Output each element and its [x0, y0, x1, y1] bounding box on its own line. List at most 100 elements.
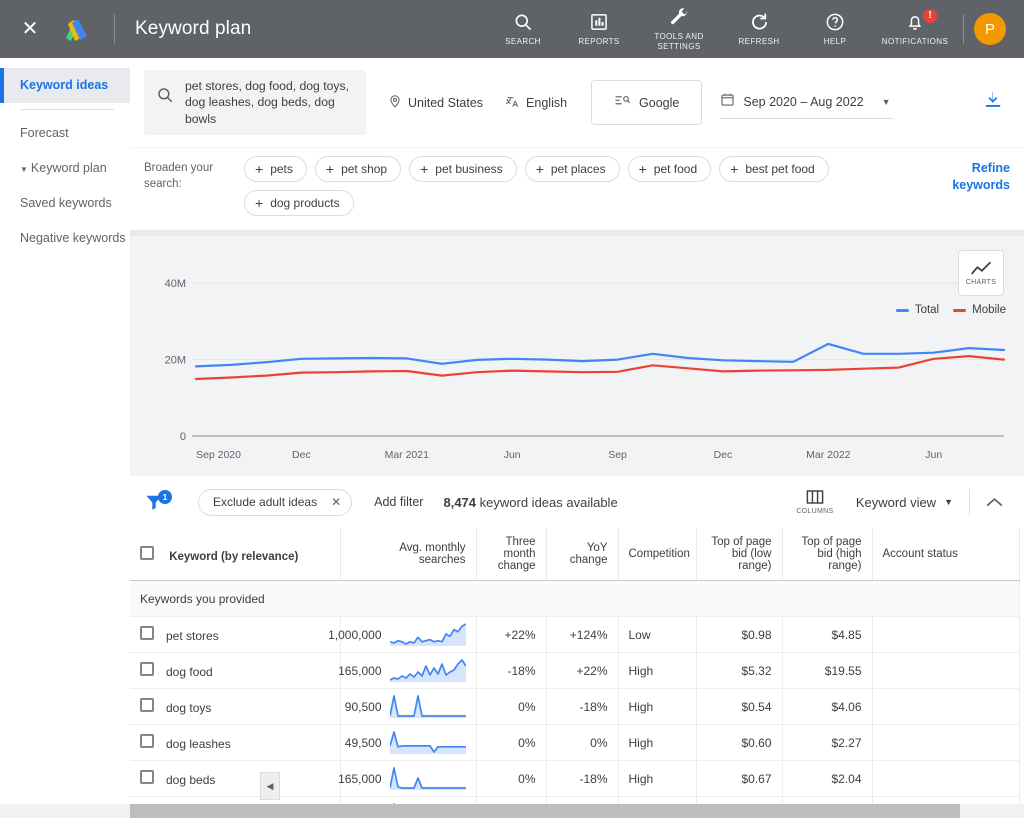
columns-button[interactable]: COLUMNS — [788, 489, 842, 515]
active-filter-chip[interactable]: Exclude adult ideas ✕ — [198, 488, 353, 516]
cell-bid-low: $0.67 — [696, 760, 783, 798]
download-button[interactable] — [982, 89, 1010, 116]
column-header-bid-high[interactable]: Top of page bid (high range) — [782, 528, 873, 582]
sidebar-item-keyword-plan[interactable]: ▼ Keyword plan — [0, 151, 130, 186]
sidebar: Keyword ideas Forecast ▼ Keyword plan Sav… — [0, 58, 130, 818]
avg-searches-value: 165,000 — [338, 771, 382, 786]
language-selector[interactable]: English — [505, 94, 567, 112]
notifications-button[interactable]: ! NOTIFICATIONS — [873, 9, 957, 47]
sidebar-item-label: Keyword ideas — [20, 78, 109, 92]
close-icon[interactable]: ✕ — [18, 17, 42, 41]
google-ads-logo-icon[interactable] — [64, 16, 92, 42]
column-header-three-month[interactable]: Three month change — [476, 528, 547, 582]
broaden-chip[interactable]: + best pet food — [719, 156, 829, 183]
table-row[interactable]: dog food 165,000 -18% +22% High $5.32 $19.55 — [130, 652, 1020, 690]
location-selector[interactable]: United States — [388, 93, 483, 112]
refine-keywords-button[interactable]: Refine keywords — [918, 152, 1010, 216]
sparkline-chart — [388, 728, 466, 757]
date-range-selector[interactable]: Sep 2020 – Aug 2022 ▼ — [720, 86, 893, 120]
broaden-chip[interactable]: + pet shop — [314, 156, 402, 183]
top-app-bar: ✕ Keyword plan SEARCH REPORTS TOOLS AND … — [0, 0, 1024, 58]
search-icon — [513, 11, 533, 33]
body: Keyword ideas Forecast ▼ Keyword plan Sav… — [0, 58, 1024, 818]
refresh-button[interactable]: REFRESH — [721, 11, 797, 47]
sidebar-item-negative-keywords[interactable]: Negative keywords — [0, 221, 130, 256]
help-button[interactable]: HELP — [797, 11, 873, 47]
cell-yoy: +22% — [546, 652, 619, 690]
horizontal-scrollbar[interactable] — [0, 804, 1024, 818]
close-icon[interactable]: ✕ — [331, 495, 341, 509]
broaden-chip[interactable]: + pet food — [627, 156, 712, 183]
actions-divider — [963, 14, 964, 44]
select-all-checkbox[interactable] — [140, 545, 154, 560]
column-header-yoy[interactable]: YoY change — [546, 528, 619, 582]
cell-bid-low: $0.98 — [696, 616, 783, 654]
cell-yoy: 0% — [546, 724, 619, 762]
broaden-chip[interactable]: + dog products — [244, 190, 354, 217]
avg-searches-value: 49,500 — [344, 735, 382, 750]
column-header-bid-low[interactable]: Top of page bid (low range) — [696, 528, 783, 582]
legend-item-mobile[interactable]: Mobile — [953, 304, 1006, 316]
column-header-competition[interactable]: Competition — [618, 528, 697, 582]
help-button-label: HELP — [823, 37, 847, 47]
broaden-chip[interactable]: + pet business — [409, 156, 517, 183]
tools-and-settings-button[interactable]: TOOLS AND SETTINGS — [637, 6, 721, 51]
cell-account-status — [872, 688, 1020, 726]
row-checkbox[interactable] — [140, 734, 154, 749]
cell-bid-high: $19.55 — [782, 652, 873, 690]
column-header-keyword[interactable]: Keyword (by relevance) — [130, 528, 341, 582]
sidebar-item-keyword-ideas[interactable]: Keyword ideas — [0, 68, 130, 103]
network-selector[interactable]: Google — [591, 80, 703, 126]
svg-text:Jun: Jun — [925, 449, 942, 461]
svg-text:Dec: Dec — [292, 449, 311, 461]
column-header-avg-searches[interactable]: Avg. monthly searches — [340, 528, 477, 582]
notifications-button-label: NOTIFICATIONS — [881, 37, 949, 47]
search-volume-chart: 0 20M 40M Sep 2020 Dec Mar 2021 Jun Sep Dec Mar 2… — [165, 279, 1006, 461]
cell-bid-low: $0.60 — [696, 724, 783, 762]
sidebar-item-label: Negative keywords — [20, 230, 126, 245]
sidebar-item-forecast[interactable]: Forecast — [0, 116, 130, 151]
svg-text:Mar 2021: Mar 2021 — [385, 449, 430, 461]
avatar[interactable]: P — [974, 13, 1006, 45]
filter-button[interactable]: 1 — [144, 490, 178, 512]
row-checkbox[interactable] — [140, 626, 154, 641]
results-count-text: keyword ideas available — [479, 494, 618, 510]
keyword-label: dog food — [166, 665, 213, 680]
table-row[interactable]: pet stores 1,000,000 +22% +124% Low $0.98 $4.8… — [130, 616, 1020, 654]
broaden-chip-label: pet shop — [341, 162, 388, 177]
broaden-chip[interactable]: + pet places — [524, 156, 620, 183]
broaden-chip-label: pet places — [550, 162, 606, 177]
horizontal-scrollbar-thumb[interactable] — [130, 804, 960, 818]
row-checkbox[interactable] — [140, 770, 154, 785]
broaden-chip-list: + pets + pet shop + pet business + pet place… — [244, 152, 918, 217]
table-row[interactable]: dog toys 90,500 0% -18% High $0.54 $4.06 — [130, 688, 1020, 726]
date-range-label: Sep 2020 – Aug 2022 — [743, 95, 864, 110]
reports-button[interactable]: REPORTS — [561, 11, 637, 47]
keyword-label: dog toys — [166, 701, 212, 716]
add-filter-button[interactable]: Add filter — [374, 495, 423, 509]
sparkline-chart — [389, 656, 467, 685]
scroll-left-button[interactable]: ◀ — [260, 772, 280, 800]
legend-item-total[interactable]: Total — [895, 304, 939, 316]
cell-avg-searches: 165,000 — [338, 652, 477, 690]
main-content: pet stores, dog food, dog toys, dog leas… — [130, 58, 1024, 818]
refresh-icon — [749, 11, 770, 33]
charts-toggle-label: CHARTS — [965, 278, 997, 286]
sidebar-item-saved-keywords[interactable]: Saved keywords — [0, 186, 130, 221]
table-row[interactable]: dog leashes 49,500 0% 0% High $0.60 $2.27 — [130, 724, 1020, 762]
language-label: English — [526, 95, 568, 110]
charts-toggle-button[interactable]: CHARTS — [958, 250, 1004, 297]
column-header-account-status[interactable]: Account status — [872, 528, 1020, 582]
search-row: pet stores, dog food, dog toys, dog leas… — [130, 58, 1024, 147]
broaden-chip[interactable]: + pets — [244, 156, 307, 183]
avg-searches-value: 165,000 — [338, 663, 382, 678]
broaden-chip-label: pet business — [435, 162, 503, 177]
keywords-search-input[interactable]: pet stores, dog food, dog toys, dog leas… — [144, 70, 366, 136]
row-checkbox[interactable] — [140, 662, 154, 677]
view-selector[interactable]: Keyword view ▼ — [856, 495, 953, 510]
cell-three-month: -18% — [476, 652, 547, 690]
row-checkbox[interactable] — [140, 698, 154, 713]
search-button[interactable]: SEARCH — [485, 11, 561, 47]
collapse-chart-button[interactable] — [974, 497, 1014, 508]
cell-bid-low: $0.54 — [696, 688, 783, 726]
